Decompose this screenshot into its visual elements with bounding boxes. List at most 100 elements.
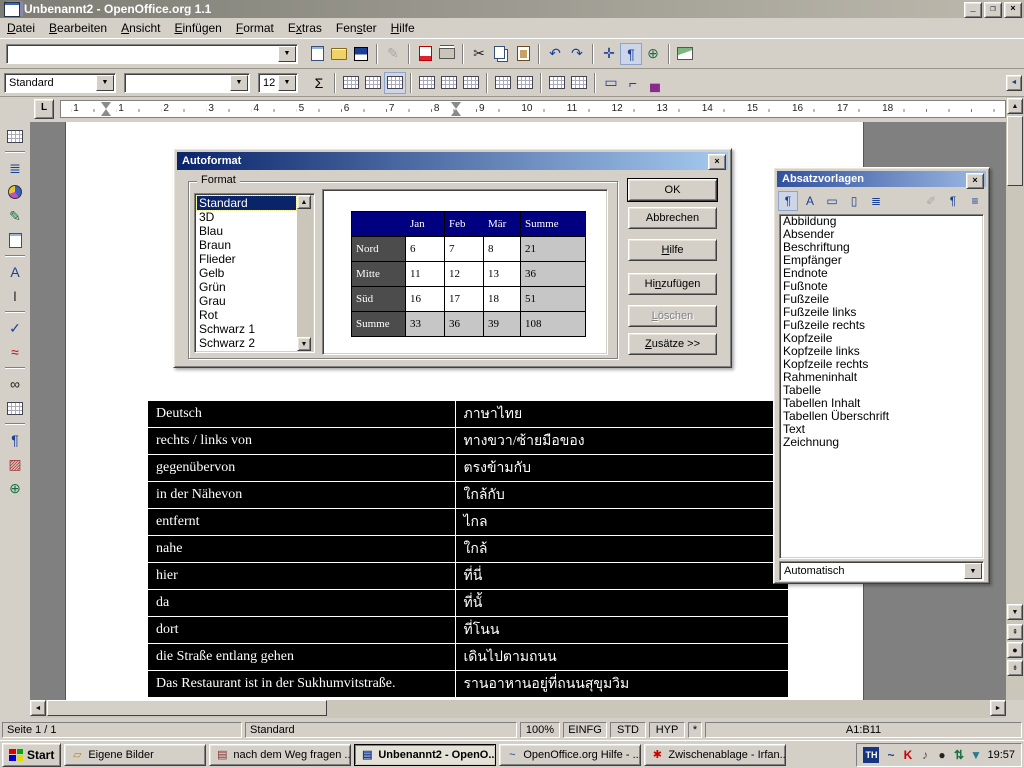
format-item[interactable]: Blau <box>197 224 296 238</box>
table-row[interactable]: rechts / links vonทางขวา/ซ้ายมือของ <box>147 428 789 455</box>
menu-fenster[interactable]: Fenster <box>329 19 384 37</box>
vscroll-thumb[interactable] <box>1007 116 1023 186</box>
cell-german[interactable]: Das Restaurant ist in der Sukhumvitstraß… <box>147 671 455 699</box>
character-styles-icon[interactable]: A <box>800 191 820 211</box>
table-row[interactable]: Deutschภาษาไทย <box>147 400 789 428</box>
cell-thai[interactable]: ภาษาไทย <box>455 400 789 428</box>
new-style-from-selection-icon[interactable]: ¶ <box>943 191 963 211</box>
delete-row-icon[interactable] <box>546 72 568 94</box>
autospellcheck-icon[interactable]: ≈ <box>3 340 27 364</box>
open-icon[interactable] <box>328 43 350 65</box>
redo-icon[interactable]: ↷ <box>566 43 588 65</box>
horizontal-ruler[interactable]: 1123456789101112131415161718 <box>60 100 1006 118</box>
format-item[interactable]: Flieder <box>197 252 296 266</box>
format-item[interactable]: Türkis <box>197 350 296 353</box>
delete-column-icon[interactable] <box>568 72 590 94</box>
status-zoom[interactable]: 100% <box>520 722 560 738</box>
insert-row-icon[interactable] <box>492 72 514 94</box>
split-cells-icon[interactable] <box>362 72 384 94</box>
cell-thai[interactable]: เดินไปตามถนน <box>455 644 789 671</box>
menu-ansicht[interactable]: Ansicht <box>114 19 167 37</box>
quickstarter-icon[interactable]: ~ <box>883 747 898 762</box>
start-button[interactable]: Start <box>2 743 61 767</box>
borders-icon[interactable]: ▭ <box>600 72 622 94</box>
language-indicator[interactable]: TH <box>863 747 879 763</box>
cell-thai[interactable]: ใกล้กับ <box>455 482 789 509</box>
insert-frame-icon[interactable] <box>3 228 27 252</box>
scroll-left-icon[interactable]: ◄ <box>30 700 46 716</box>
cell-german[interactable]: dort <box>147 617 455 644</box>
cell-thai[interactable]: ที่โนน <box>455 617 789 644</box>
status-selection-mode[interactable]: STD <box>610 722 646 738</box>
format-item[interactable]: Grau <box>197 294 296 308</box>
list-scroll-down-icon[interactable]: ▼ <box>297 337 311 351</box>
line-style-icon[interactable]: ⌐ <box>622 72 644 94</box>
format-item[interactable]: Schwarz 1 <box>197 322 296 336</box>
gallery-icon[interactable] <box>674 43 696 65</box>
scroll-up-icon[interactable]: ▲ <box>1007 98 1023 114</box>
add-button[interactable]: Hinzufügen <box>628 273 717 295</box>
url-dropdown-icon[interactable]: ▼ <box>278 46 296 62</box>
vertical-scrollbar[interactable]: ▲ ▼ ⇞ ● ⇟ <box>1006 97 1024 700</box>
menu-bearbeiten[interactable]: Bearbeiten <box>42 19 114 37</box>
menu-format[interactable]: Format <box>229 19 281 37</box>
new-document-icon[interactable] <box>306 43 328 65</box>
navigation-dot-icon[interactable]: ● <box>1007 642 1023 658</box>
filter-dropdown-icon[interactable]: ▼ <box>964 563 982 579</box>
dialog-titlebar[interactable]: Autoformat × <box>177 152 728 170</box>
scroll-down-icon[interactable]: ▼ <box>1007 604 1023 620</box>
indent-marker[interactable] <box>451 109 461 116</box>
data-sources-icon[interactable] <box>3 396 27 420</box>
format-item[interactable]: Gelb <box>197 266 296 280</box>
format-listbox[interactable]: Standard3DBlauBraunFliederGelbGrünGrauRo… <box>194 193 315 353</box>
background-color-icon[interactable]: ▄ <box>644 72 666 94</box>
cell-german[interactable]: hier <box>147 563 455 590</box>
cell-german[interactable]: rechts / links von <box>147 428 455 455</box>
volume-icon[interactable]: ♪ <box>917 747 932 762</box>
draw-functions-icon[interactable]: ✎ <box>3 204 27 228</box>
task-writer-doc[interactable]: ▤Unbenannt2 - OpenO... <box>354 744 496 766</box>
mouse-icon[interactable]: ● <box>934 747 949 762</box>
next-page-icon[interactable]: ⇟ <box>1007 660 1023 676</box>
cell-german[interactable]: die Straße entlang gehen <box>147 644 455 671</box>
task-irfanview[interactable]: ✱Zwischenablage - Irfan... <box>644 744 786 766</box>
close-button[interactable]: × <box>1004 2 1022 18</box>
task-folder[interactable]: ▱Eigene Bilder <box>64 744 206 766</box>
table-row[interactable]: in der Nähevonใกล้กับ <box>147 482 789 509</box>
insert-section-icon[interactable]: ≣ <box>3 156 27 180</box>
stylist-listbox[interactable]: AbbildungAbsenderBeschriftungEmpfängerEn… <box>779 214 984 559</box>
format-item[interactable]: Braun <box>197 238 296 252</box>
stylist-close-icon[interactable]: × <box>966 173 984 189</box>
style-combobox[interactable]: Standard ▼ <box>4 73 116 93</box>
numbering-styles-icon[interactable]: ≣ <box>866 191 886 211</box>
size-dropdown-icon[interactable]: ▼ <box>278 75 296 91</box>
scroll-right-icon[interactable]: ► <box>990 700 1006 716</box>
list-scroll-up-icon[interactable]: ▲ <box>297 195 311 209</box>
cell-german[interactable]: in der Nähevon <box>147 482 455 509</box>
cell-thai[interactable]: ที่นี่ <box>455 563 789 590</box>
sum-icon[interactable]: Σ <box>308 72 330 94</box>
format-item[interactable]: Standard <box>197 196 296 210</box>
save-icon[interactable] <box>350 43 372 65</box>
indent-marker[interactable] <box>451 102 461 109</box>
menu-extras[interactable]: Extras <box>281 19 329 37</box>
cell-thai[interactable]: รานอาหานอยู่ที่ถนนสุขุมวิม <box>455 671 789 699</box>
help-button[interactable]: Hilfe <box>628 239 717 261</box>
spellcheck-icon[interactable]: ✓ <box>3 316 27 340</box>
cell-thai[interactable]: ไกล <box>455 509 789 536</box>
navigator-icon[interactable]: ✛ <box>598 43 620 65</box>
table-row[interactable]: Das Restaurant ist in der Sukhumvitstraß… <box>147 671 789 699</box>
horizontal-scrollbar[interactable]: ◄ ► <box>30 700 1006 718</box>
cut-icon[interactable]: ✂ <box>468 43 490 65</box>
autotext-icon[interactable]: A <box>3 260 27 284</box>
cell-thai[interactable]: ตรงข้ามกับ <box>455 455 789 482</box>
tab-type-button[interactable]: L <box>34 99 54 119</box>
maximize-button[interactable]: ❐ <box>984 2 1002 18</box>
table-grid-icon[interactable] <box>438 72 460 94</box>
document-table[interactable]: Deutschภาษาไทยrechts / links vonทางขวา/ซ… <box>146 399 790 699</box>
nonprinting-chars-icon[interactable]: ¶ <box>3 428 27 452</box>
style-item[interactable]: Tabellen Überschrift <box>780 410 983 423</box>
table-row[interactable]: dortที่โนน <box>147 617 789 644</box>
table-row[interactable]: die Straße entlang gehenเดินไปตามถนน <box>147 644 789 671</box>
cell-german[interactable]: da <box>147 590 455 617</box>
